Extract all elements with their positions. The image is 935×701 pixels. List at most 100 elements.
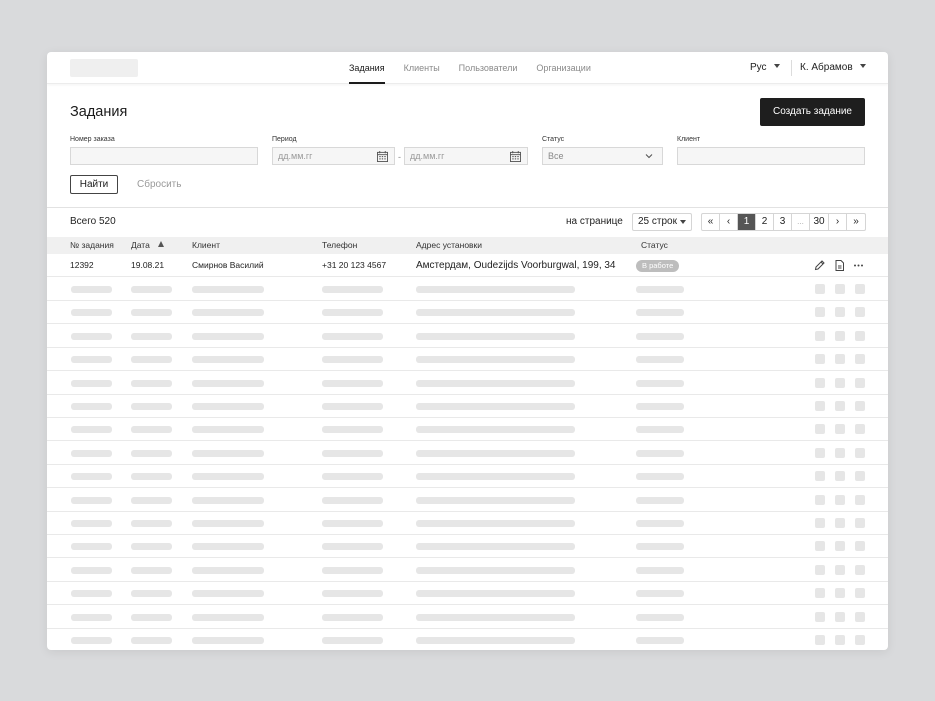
nav-tab-clients[interactable]: Клиенты	[404, 52, 440, 84]
skeleton-bar	[192, 379, 264, 387]
skeleton-bar	[71, 520, 112, 527]
skeleton-bar	[636, 543, 684, 551]
calendar-icon[interactable]	[377, 151, 388, 162]
skeleton-action	[815, 377, 825, 388]
caret-down-icon	[859, 64, 866, 69]
user-menu[interactable]: К. Абрамов	[800, 52, 866, 84]
total-count: Всего 520	[70, 216, 116, 227]
skeleton-action	[835, 611, 845, 622]
skeleton-bar	[322, 496, 383, 504]
skeleton-bar	[71, 590, 112, 598]
next-page-icon[interactable]: ›	[829, 214, 847, 230]
page-button-2[interactable]: 2	[756, 214, 774, 230]
status-select[interactable]: Все	[542, 147, 663, 165]
skeleton-bar	[192, 543, 264, 551]
column-header-status[interactable]: Статус	[641, 237, 668, 254]
skeleton-bar	[192, 286, 264, 293]
skeleton-bar	[71, 543, 112, 551]
reset-button[interactable]: Сбросить	[137, 175, 181, 194]
skeleton-row	[47, 582, 888, 606]
rows-per-page-value: 25 строк	[638, 216, 677, 227]
table-row[interactable]: 12392 19.08.21 Смирнов Василий +31 20 12…	[47, 254, 888, 277]
pencil-icon[interactable]	[813, 259, 826, 272]
skeleton-action	[835, 307, 845, 318]
skeleton-bar	[131, 356, 172, 364]
skeleton-bar	[416, 473, 575, 481]
skeleton-bar	[131, 543, 172, 551]
skeleton-action	[815, 635, 825, 645]
skeleton-bar	[636, 403, 684, 410]
skeleton-bar	[636, 590, 684, 598]
skeleton-bar	[192, 403, 264, 410]
page-button-1[interactable]: 1	[738, 214, 756, 230]
skeleton-bar	[131, 520, 172, 527]
skeleton-row	[47, 442, 888, 465]
language-label: Рус	[750, 62, 767, 73]
skeleton-bar	[322, 309, 383, 317]
skeleton-action	[855, 424, 865, 435]
nav-tab-users[interactable]: Пользователи	[459, 52, 518, 84]
nav-tab-tasks[interactable]: Задания	[349, 52, 385, 84]
page-title: Задания	[70, 104, 128, 120]
skeleton-bar	[322, 356, 383, 364]
rows-per-page-select[interactable]: 25 строк	[632, 213, 692, 231]
task-phone: +31 20 123 4567	[322, 260, 387, 270]
document-icon[interactable]	[833, 259, 846, 272]
column-header-date[interactable]: Дата	[131, 237, 164, 254]
column-header-task-number[interactable]: № задания	[70, 237, 114, 254]
date-from-placeholder: дд.мм.гг	[278, 151, 313, 161]
skeleton-bar	[416, 379, 575, 387]
skeleton-bar	[192, 496, 264, 504]
skeleton-bar	[131, 613, 172, 621]
skeleton-bar	[322, 379, 383, 387]
last-page-icon[interactable]: »	[847, 214, 865, 230]
nav-tab-organizations[interactable]: Организации	[536, 52, 590, 84]
page-button-30[interactable]: 30	[810, 214, 829, 230]
language-selector[interactable]: Рус	[750, 52, 780, 84]
skeleton-bar	[416, 356, 575, 364]
skeleton-bar	[192, 613, 264, 621]
calendar-icon[interactable]	[510, 151, 521, 162]
skeleton-bar	[636, 613, 684, 621]
more-icon[interactable]	[852, 259, 865, 272]
column-header-phone[interactable]: Телефон	[322, 237, 357, 254]
skeleton-bar	[192, 520, 264, 527]
skeleton-row	[47, 418, 888, 442]
skeleton-row	[47, 606, 888, 629]
skeleton-bar	[71, 332, 112, 340]
skeleton-action	[835, 284, 845, 294]
create-task-button[interactable]: Создать задание	[760, 98, 865, 126]
first-page-icon[interactable]: «	[702, 214, 720, 230]
skeleton-row	[47, 325, 888, 348]
column-header-client[interactable]: Клиент	[192, 237, 220, 254]
skeleton-action	[815, 447, 825, 458]
skeleton-bar	[416, 637, 575, 644]
skeleton-action	[815, 284, 825, 294]
date-to-placeholder: дд.мм.гг	[410, 151, 445, 161]
skeleton-bar	[636, 473, 684, 481]
skeleton-row	[47, 629, 888, 650]
skeleton-row	[47, 465, 888, 489]
skeleton-row	[47, 559, 888, 582]
skeleton-bar	[192, 356, 264, 364]
column-header-address[interactable]: Адрес установки	[416, 237, 482, 254]
period-from-input[interactable]: дд.мм.гг	[272, 147, 395, 165]
skeleton-action	[855, 471, 865, 482]
skeleton-bar	[71, 379, 112, 387]
logo-placeholder	[70, 59, 138, 77]
skeleton-bar	[71, 426, 112, 434]
prev-page-icon[interactable]: ‹	[720, 214, 738, 230]
skeleton-bar	[71, 356, 112, 364]
find-button[interactable]: Найти	[70, 175, 118, 194]
skeleton-bar	[71, 309, 112, 317]
skeleton-bar	[636, 637, 684, 644]
skeleton-bar	[71, 566, 112, 574]
skeleton-action	[815, 588, 825, 599]
skeleton-bar	[192, 637, 264, 644]
status-badge: В работе	[636, 260, 680, 272]
skeleton-bar	[192, 590, 264, 598]
order-number-input[interactable]	[70, 147, 258, 165]
period-to-input[interactable]: дд.мм.гг	[404, 147, 528, 165]
page-button-3[interactable]: 3	[774, 214, 792, 230]
client-input[interactable]	[677, 147, 865, 165]
